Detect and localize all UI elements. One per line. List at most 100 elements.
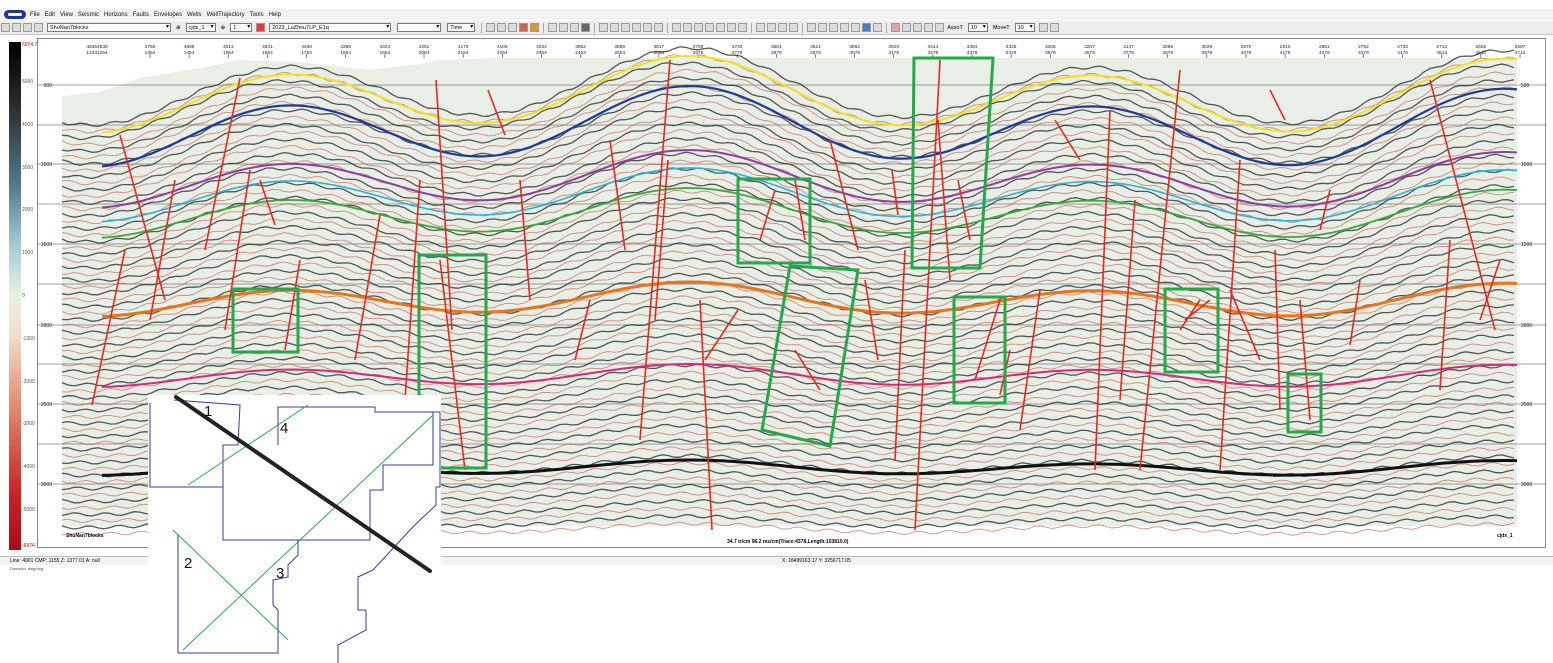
trace-tick-label: 3681 — [771, 44, 782, 50]
trace-tick-label: 4758 — [145, 44, 156, 50]
cmp-tick-label: 4512 — [1436, 50, 1447, 56]
trace-tick-label: 3325 — [1006, 44, 1017, 50]
trace-tick-label: 3740 — [732, 44, 743, 50]
cmp-tick-label: 2054 — [419, 50, 430, 56]
cmp-tick-label: 3279 — [928, 50, 939, 56]
trace-tick-label: 3889 — [614, 44, 625, 50]
time-label-right: 3000 — [1521, 482, 1532, 488]
trace-tick-label: 3088 — [1162, 44, 1173, 50]
time-label-right: 500 — [1521, 83, 1530, 89]
trace-tick-label: 3621 — [810, 44, 821, 50]
scale-info: 34.7 tr/cm 96.2 ms/cm(Trace:4378,Length:… — [727, 539, 849, 545]
inset-label-1: 1 — [204, 403, 213, 420]
inset-label-3: 3 — [276, 565, 285, 582]
survey-name-label: ShuNan7blocks — [66, 533, 104, 539]
trace-tick-label: 2597 — [1515, 44, 1526, 50]
trace-tick-label: 4613 — [223, 44, 234, 50]
trace-tick-label: 4251 — [419, 44, 430, 50]
time-label-right: 2000 — [1521, 323, 1532, 329]
block-outline-north — [149, 399, 241, 488]
cmp-tick-label: 2979 — [810, 50, 821, 56]
trace-tick-label: 3817 — [654, 44, 665, 50]
cmp-tick-label: 3479 — [1006, 50, 1017, 56]
cmp-tick-label: 4179 — [1280, 50, 1291, 56]
cmp-tick-label: 1954 — [380, 50, 391, 56]
block-outline-southwest — [177, 535, 299, 654]
coordinate-status: X: 18499163.17 Y: 3256717.05 — [782, 558, 851, 564]
cmp-tick-label: 2154 — [458, 50, 469, 56]
trace-tick-label: 4324 — [380, 44, 391, 50]
cmp-tick-label: 1554 — [223, 50, 234, 56]
block-outline-east — [337, 411, 441, 663]
first-cmp-label: 12331254 — [86, 50, 108, 56]
time-label-left: 500 — [44, 83, 53, 89]
block-outline-central — [222, 406, 434, 541]
cmp-tick-label: 4079 — [1241, 50, 1252, 56]
trace-tick-label: 4685 — [184, 44, 195, 50]
trace-tick-label: 3029 — [1202, 44, 1213, 50]
first-trace-label: 48454830 — [86, 44, 108, 50]
time-label-right: 2500 — [1521, 402, 1532, 408]
time-label-right: 1000 — [1521, 162, 1532, 168]
cmp-tick-label: 1454 — [184, 50, 195, 56]
trace-tick-label: 4034 — [536, 44, 547, 50]
inset-label-2: 2 — [184, 555, 193, 572]
trace-tick-label: 2713 — [1436, 44, 1447, 50]
trace-tick-label: 3147 — [1123, 44, 1134, 50]
trace-tick-label: 3207 — [1084, 44, 1095, 50]
status-sub-text: Directivo: ding/dog — [10, 566, 44, 571]
survey-line-3 — [182, 414, 434, 651]
trace-tick-label: 2910 — [1280, 44, 1291, 50]
cmp-tick-label: 3179 — [888, 50, 899, 56]
cmp-tick-label: 3379 — [967, 50, 978, 56]
time-label-left: 1500 — [41, 242, 52, 248]
trace-tick-label: 2970 — [1241, 44, 1252, 50]
trace-tick-label: 3962 — [575, 44, 586, 50]
trace-tick-label: 3266 — [1045, 44, 1056, 50]
trace-tick-label: 4541 — [262, 44, 273, 50]
trace-tick-label: 4396 — [340, 44, 351, 50]
cursor-position-status: Line: 4901 CMP: 1155 Z: 1377.01 A: null — [10, 558, 100, 564]
survey-line-1 — [174, 395, 432, 573]
cmp-tick-label: 1754 — [301, 50, 312, 56]
time-label-left: 3000 — [41, 482, 52, 488]
trace-tick-label: 4179 — [458, 44, 469, 50]
cmp-tick-label: 2454 — [575, 50, 586, 56]
trace-tick-label: 4106 — [497, 44, 508, 50]
inset-label-4: 4 — [280, 420, 289, 437]
trace-tick-label: 3503 — [888, 44, 899, 50]
cmp-tick-label: 1654 — [262, 50, 273, 56]
inset-map-svg — [149, 395, 441, 663]
cmp-tick-label: 2654 — [654, 50, 665, 56]
trace-tick-label: 2792 — [1358, 44, 1369, 50]
cmp-tick-label: 2354 — [536, 50, 547, 56]
trace-tick-label: 2851 — [1319, 44, 1330, 50]
cmp-tick-label: 1854 — [340, 50, 351, 56]
cmp-tick-label: 2554 — [614, 50, 625, 56]
trace-tick-label: 3562 — [849, 44, 860, 50]
cmp-tick-label: 4279 — [1319, 50, 1330, 56]
time-label-left: 1000 — [41, 162, 52, 168]
cmp-tick-label: 3579 — [1045, 50, 1056, 56]
line-name-label: cjdx_1 — [1497, 533, 1513, 539]
inset-location-map: 1 2 3 4 — [148, 395, 441, 663]
cmp-tick-label: 4479 — [1397, 50, 1408, 56]
trace-tick-label: 2733 — [1397, 44, 1408, 50]
cmp-tick-label: 3779 — [1123, 50, 1134, 56]
cmp-tick-label: 4712 — [1515, 50, 1526, 56]
survey-line-2 — [172, 529, 289, 641]
trace-tick-label: 3384 — [967, 44, 978, 50]
time-label-left: 2000 — [41, 323, 52, 329]
cmp-tick-label: 3979 — [1202, 50, 1213, 56]
time-label-left: 2500 — [41, 402, 52, 408]
trace-tick-label: 3444 — [928, 44, 939, 50]
application-window: File Edit View Seismic Horizons Faults E… — [0, 0, 1553, 663]
trace-tick-label: 2655 — [1476, 44, 1487, 50]
cmp-tick-label: 3079 — [849, 50, 860, 56]
cmp-tick-label: 4379 — [1358, 50, 1369, 56]
cmp-tick-label: 2254 — [497, 50, 508, 56]
cmp-tick-label: 3679 — [1084, 50, 1095, 56]
time-label-right: 1500 — [1521, 242, 1532, 248]
cmp-tick-label: 3879 — [1162, 50, 1173, 56]
cmp-tick-label: 2879 — [771, 50, 782, 56]
